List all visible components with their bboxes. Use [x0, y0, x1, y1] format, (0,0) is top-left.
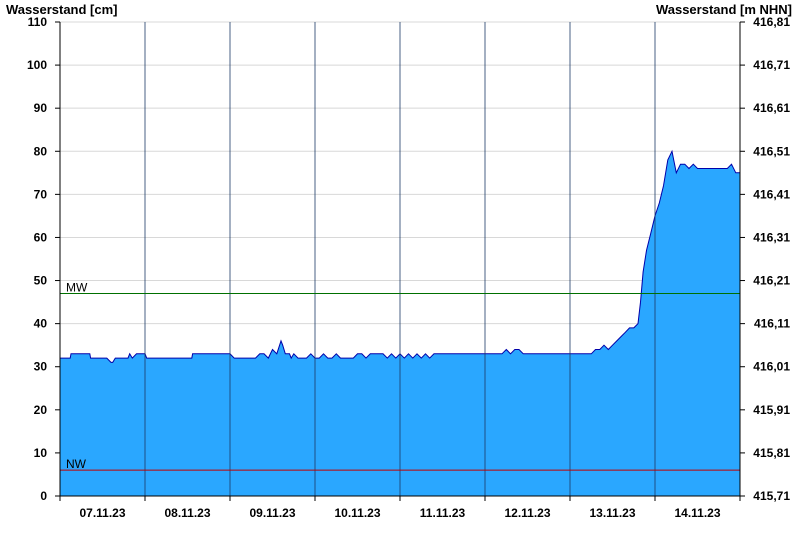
x-tick-label-2: 09.11.23 [249, 506, 295, 520]
y-tick-label-right-6: 416,31 [753, 230, 790, 244]
y-tick-label-right-1: 415,81 [753, 446, 790, 460]
y-tick-label-right-4: 416,11 [754, 317, 790, 331]
reference-label-mw: MW [66, 280, 88, 294]
y-tick-label-left-110: 110 [28, 15, 48, 29]
x-tick-label-6: 13.11.23 [589, 506, 635, 520]
x-tick-label-3: 10.11.23 [334, 506, 380, 520]
y-tick-label-left-20: 20 [34, 403, 48, 417]
y-tick-label-right-3: 416,01 [753, 360, 790, 374]
y-tick-label-left-0: 0 [40, 489, 47, 503]
y-tick-label-right-10: 416,71 [753, 58, 790, 72]
y-tick-label-left-90: 90 [34, 101, 48, 115]
y-tick-label-left-50: 50 [34, 274, 48, 288]
x-tick-label-4: 11.11.23 [420, 506, 466, 520]
y-tick-label-right-8: 416,51 [753, 144, 790, 158]
reference-label-nw: NW [66, 457, 87, 471]
y-tick-label-left-80: 80 [34, 144, 48, 158]
y-tick-label-left-100: 100 [27, 58, 47, 72]
y-axis-left-title: Wasserstand [cm] [6, 2, 118, 17]
y-tick-label-right-0: 415,71 [753, 489, 790, 503]
x-tick-label-0: 07.11.23 [79, 506, 125, 520]
y-tick-label-left-60: 60 [34, 230, 48, 244]
y-tick-label-right-11: 416,81 [753, 15, 790, 29]
y-axis-right-title: Wasserstand [m NHN] [656, 2, 792, 17]
y-tick-label-right-9: 416,61 [753, 101, 790, 115]
x-tick-label-7: 14.11.23 [674, 506, 720, 520]
y-tick-label-left-70: 70 [34, 187, 48, 201]
y-tick-label-left-10: 10 [34, 446, 48, 460]
x-tick-label-1: 08.11.23 [164, 506, 210, 520]
y-tick-label-left-30: 30 [34, 360, 48, 374]
y-tick-label-right-7: 416,41 [753, 187, 790, 201]
y-tick-label-right-5: 416,21 [753, 274, 790, 288]
y-tick-label-right-2: 415,91 [753, 403, 790, 417]
water-level-chart: MW NW 0 415,71 10 415,81 20 415,91 30 416,01 40 41… [6, 2, 792, 520]
y-tick-label-left-40: 40 [34, 317, 48, 331]
x-tick-label-5: 12.11.23 [504, 506, 550, 520]
